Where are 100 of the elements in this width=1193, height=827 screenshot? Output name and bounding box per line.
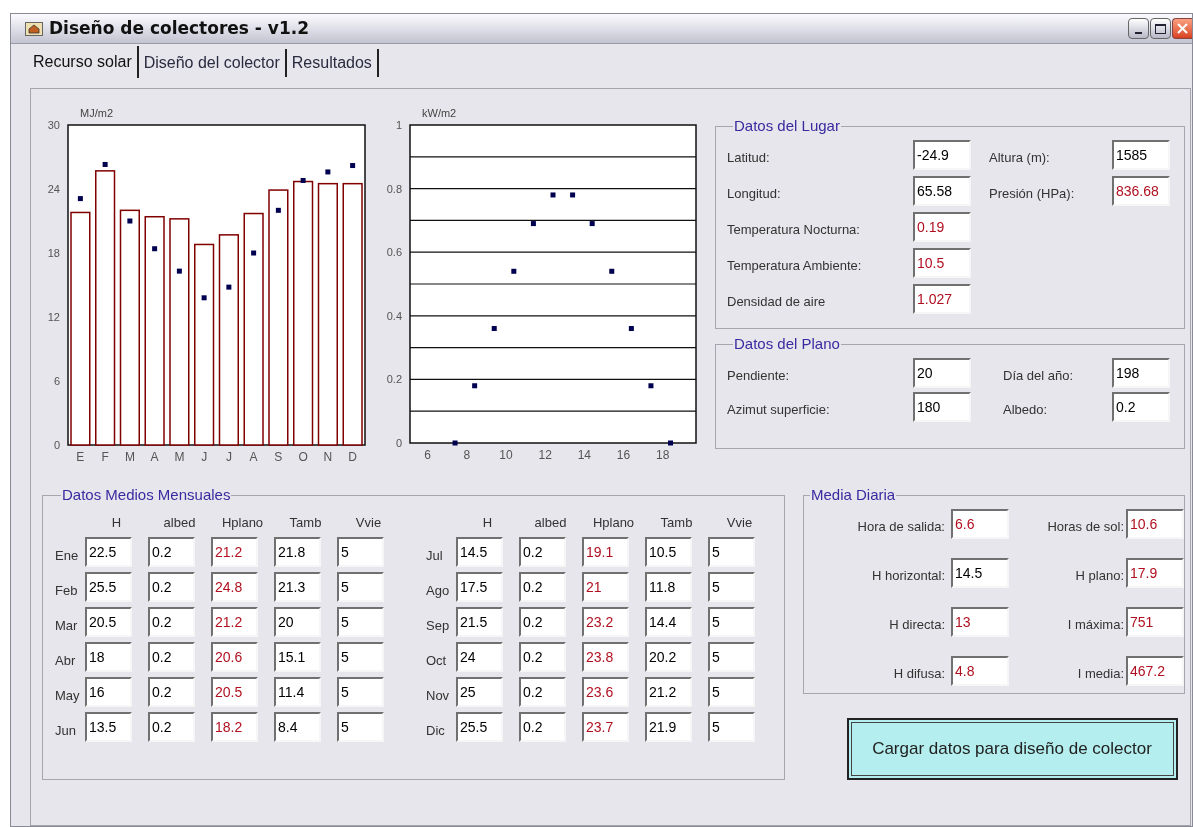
input-field[interactable]: 20 (274, 607, 321, 637)
input-field[interactable]: 5 (337, 572, 384, 602)
input-field[interactable]: 1.027 (913, 283, 971, 314)
input-field[interactable]: 4.8 (951, 655, 1009, 686)
input-field[interactable]: 0.2 (519, 712, 566, 742)
input-field[interactable]: 10.6 (1126, 508, 1184, 539)
input-field[interactable]: 20.6 (211, 642, 258, 672)
input-field[interactable]: 5 (337, 537, 384, 567)
input-field[interactable]: 21.2 (645, 677, 692, 707)
input-field[interactable]: 0.2 (148, 712, 195, 742)
close-button[interactable] (1172, 18, 1192, 39)
input-field[interactable]: 24 (456, 642, 503, 672)
input-field[interactable]: 21.2 (211, 537, 258, 567)
input-field[interactable]: 24.8 (211, 572, 258, 602)
input-field[interactable]: 11.4 (274, 677, 321, 707)
tab[interactable]: Resultados (286, 49, 379, 77)
data-point (77, 196, 83, 202)
tab[interactable]: Diseño del colector (138, 49, 287, 77)
input-field[interactable]: 65.58 (913, 175, 971, 206)
input-field[interactable]: 836.68 (1112, 175, 1170, 206)
maximize-button[interactable] (1150, 18, 1171, 39)
input-field[interactable]: 25 (456, 677, 503, 707)
input-field[interactable]: 5 (708, 712, 755, 742)
input-field[interactable]: 198 (1112, 357, 1170, 388)
input-field[interactable]: 5 (337, 607, 384, 637)
input-field[interactable]: 0.2 (519, 642, 566, 672)
input-field[interactable]: 0.2 (519, 572, 566, 602)
input-field[interactable]: -24.9 (913, 139, 971, 170)
field-label: Tamb (288, 513, 323, 532)
input-field[interactable]: 5 (708, 607, 755, 637)
input-field[interactable]: 5 (337, 642, 384, 672)
input-field[interactable]: 18 (85, 642, 132, 672)
data-point (648, 383, 654, 389)
data-point (325, 169, 331, 175)
input-field[interactable]: 10.5 (645, 537, 692, 567)
input-field[interactable]: 19.1 (582, 537, 629, 567)
input-field[interactable]: 5 (708, 677, 755, 707)
input-field[interactable]: 20.5 (85, 607, 132, 637)
input-field[interactable]: 6.6 (951, 508, 1009, 539)
data-point (570, 192, 576, 198)
field-label: Feb (55, 582, 77, 601)
input-field[interactable]: 23.2 (582, 607, 629, 637)
input-field[interactable]: 1585 (1112, 139, 1170, 170)
input-field[interactable]: 17.9 (1126, 557, 1184, 588)
input-field[interactable]: 16 (85, 677, 132, 707)
input-field[interactable]: 25.5 (85, 572, 132, 602)
input-field[interactable]: 5 (708, 572, 755, 602)
input-field[interactable]: 5 (337, 677, 384, 707)
input-field[interactable]: 20.2 (645, 642, 692, 672)
input-field[interactable]: 20 (913, 357, 971, 388)
input-field[interactable]: 21 (582, 572, 629, 602)
input-field[interactable]: 5 (708, 537, 755, 567)
input-field[interactable]: 17.5 (456, 572, 503, 602)
input-field[interactable]: 23.6 (582, 677, 629, 707)
input-field[interactable]: 0.2 (148, 677, 195, 707)
field-label: H directa: (888, 615, 946, 634)
input-field[interactable]: 0.19 (913, 211, 971, 242)
input-field[interactable]: 13 (951, 606, 1009, 637)
input-field[interactable]: 13.5 (85, 712, 132, 742)
input-field[interactable]: 21.3 (274, 572, 321, 602)
input-field[interactable]: 21.9 (645, 712, 692, 742)
field-label: Dic (426, 722, 446, 741)
axis-label: 18 (656, 448, 670, 462)
input-field[interactable]: 5 (708, 642, 755, 672)
field-label: Abr (55, 652, 77, 671)
load-data-button[interactable]: Cargar datos para diseño de colector (846, 718, 1178, 780)
input-field[interactable]: 15.1 (274, 642, 321, 672)
axis-label: 0 (53, 439, 60, 451)
input-field[interactable]: 14.5 (951, 557, 1009, 588)
input-field[interactable]: 25.5 (456, 712, 503, 742)
input-field[interactable]: 467.2 (1126, 655, 1184, 686)
input-field[interactable]: 21.5 (456, 607, 503, 637)
input-field[interactable]: 751 (1126, 606, 1184, 637)
close-icon (1177, 23, 1188, 34)
input-field[interactable]: 21.8 (274, 537, 321, 567)
minimize-button[interactable] (1128, 18, 1149, 39)
input-field[interactable]: 0.2 (148, 642, 195, 672)
input-field[interactable]: 22.5 (85, 537, 132, 567)
input-field[interactable]: 0.2 (148, 572, 195, 602)
input-field[interactable]: 23.8 (582, 642, 629, 672)
input-field[interactable]: 0.2 (148, 537, 195, 567)
input-field[interactable]: 0.2 (1112, 391, 1170, 422)
input-field[interactable]: 18.2 (211, 712, 258, 742)
input-field[interactable]: 20.5 (211, 677, 258, 707)
input-field[interactable]: 14.4 (645, 607, 692, 637)
input-field[interactable]: 0.2 (519, 607, 566, 637)
input-field[interactable]: 0.2 (148, 607, 195, 637)
axis-label: 24 (47, 183, 60, 195)
input-field[interactable]: 8.4 (274, 712, 321, 742)
input-field[interactable]: 0.2 (519, 537, 566, 567)
input-field[interactable]: 11.8 (645, 572, 692, 602)
field-label: H (110, 513, 123, 532)
input-field[interactable]: 21.2 (211, 607, 258, 637)
input-field[interactable]: 23.7 (582, 712, 629, 742)
input-field[interactable]: 14.5 (456, 537, 503, 567)
input-field[interactable]: 10.5 (913, 247, 971, 278)
input-field[interactable]: 5 (337, 712, 384, 742)
input-field[interactable]: 0.2 (519, 677, 566, 707)
field-label: albed (533, 513, 568, 532)
input-field[interactable]: 180 (913, 391, 971, 422)
